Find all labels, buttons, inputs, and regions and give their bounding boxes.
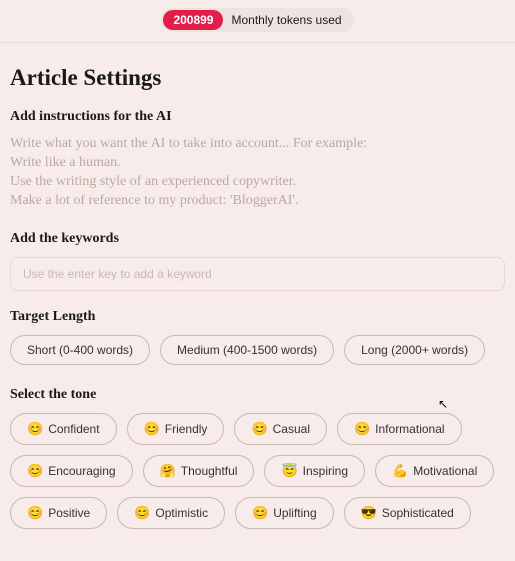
chip-label: Casual (273, 422, 310, 436)
chip-label: Informational (375, 422, 444, 436)
tone-option-confident[interactable]: 😊 Confident (10, 413, 117, 445)
tone-option-inspiring[interactable]: 😇 Inspiring (264, 455, 365, 487)
page-title: Article Settings (10, 65, 505, 91)
tone-option-informational[interactable]: 😊 Informational (337, 413, 462, 445)
instruction-line: Write like a human. (10, 154, 505, 173)
tone-heading: Select the tone (10, 387, 505, 403)
tone-option-encouraging[interactable]: 😊 Encouraging (10, 455, 133, 487)
length-options: Short (0-400 words) Medium (400-1500 wor… (10, 335, 505, 365)
tone-option-optimistic[interactable]: 😊 Optimistic (117, 497, 225, 529)
tone-option-casual[interactable]: 😊 Casual (234, 413, 327, 445)
chip-label: Encouraging (48, 464, 115, 478)
emoji-icon: 😇 (281, 463, 297, 479)
length-option-short[interactable]: Short (0-400 words) (10, 335, 150, 365)
emoji-icon: 😊 (27, 505, 43, 521)
emoji-icon: 😊 (252, 505, 268, 521)
tone-option-positive[interactable]: 😊 Positive (10, 497, 107, 529)
tone-option-sophisticated[interactable]: 😎 Sophisticated (344, 497, 471, 529)
chip-label: Positive (48, 506, 90, 520)
emoji-icon: 😊 (27, 421, 43, 437)
length-option-medium[interactable]: Medium (400-1500 words) (160, 335, 334, 365)
target-length-heading: Target Length (10, 309, 505, 325)
tone-option-uplifting[interactable]: 😊 Uplifting (235, 497, 334, 529)
chip-label: Sophisticated (382, 506, 454, 520)
chip-label: Motivational (413, 464, 477, 478)
chip-label: Confident (48, 422, 99, 436)
token-count-label: Monthly tokens used (231, 13, 341, 27)
emoji-icon: 😎 (361, 505, 377, 521)
chip-label: Optimistic (155, 506, 208, 520)
token-usage-pill: 200899 Monthly tokens used (161, 8, 353, 32)
chip-label: Medium (400-1500 words) (177, 343, 317, 357)
emoji-icon: 😊 (27, 463, 43, 479)
chip-label: Long (2000+ words) (361, 343, 468, 357)
length-option-long[interactable]: Long (2000+ words) (344, 335, 485, 365)
chip-label: Inspiring (303, 464, 348, 478)
instructions-placeholder-text[interactable]: Write what you want the AI to take into … (10, 135, 505, 211)
chip-label: Friendly (165, 422, 208, 436)
tone-option-motivational[interactable]: 💪 Motivational (375, 455, 494, 487)
emoji-icon: 😊 (144, 421, 160, 437)
emoji-icon: 😊 (354, 421, 370, 437)
article-settings-panel: Article Settings Add instructions for th… (0, 43, 515, 561)
tone-option-friendly[interactable]: 😊 Friendly (127, 413, 225, 445)
token-count-badge: 200899 (163, 10, 223, 30)
tone-options: 😊 Confident 😊 Friendly 😊 Casual 😊 Inform… (10, 413, 505, 529)
keywords-heading: Add the keywords (10, 231, 505, 247)
emoji-icon: 🤗 (160, 463, 176, 479)
emoji-icon: 😊 (251, 421, 267, 437)
emoji-icon: 💪 (392, 463, 408, 479)
instruction-line: Write what you want the AI to take into … (10, 135, 505, 154)
chip-label: Thoughtful (181, 464, 238, 478)
top-bar: 200899 Monthly tokens used (0, 0, 515, 43)
chip-label: Short (0-400 words) (27, 343, 133, 357)
emoji-icon: 😊 (134, 505, 150, 521)
keywords-input[interactable] (10, 257, 505, 291)
instructions-heading: Add instructions for the AI (10, 109, 505, 125)
tone-option-thoughtful[interactable]: 🤗 Thoughtful (143, 455, 255, 487)
chip-label: Uplifting (273, 506, 316, 520)
instruction-line: Make a lot of reference to my product: '… (10, 192, 505, 211)
instruction-line: Use the writing style of an experienced … (10, 173, 505, 192)
